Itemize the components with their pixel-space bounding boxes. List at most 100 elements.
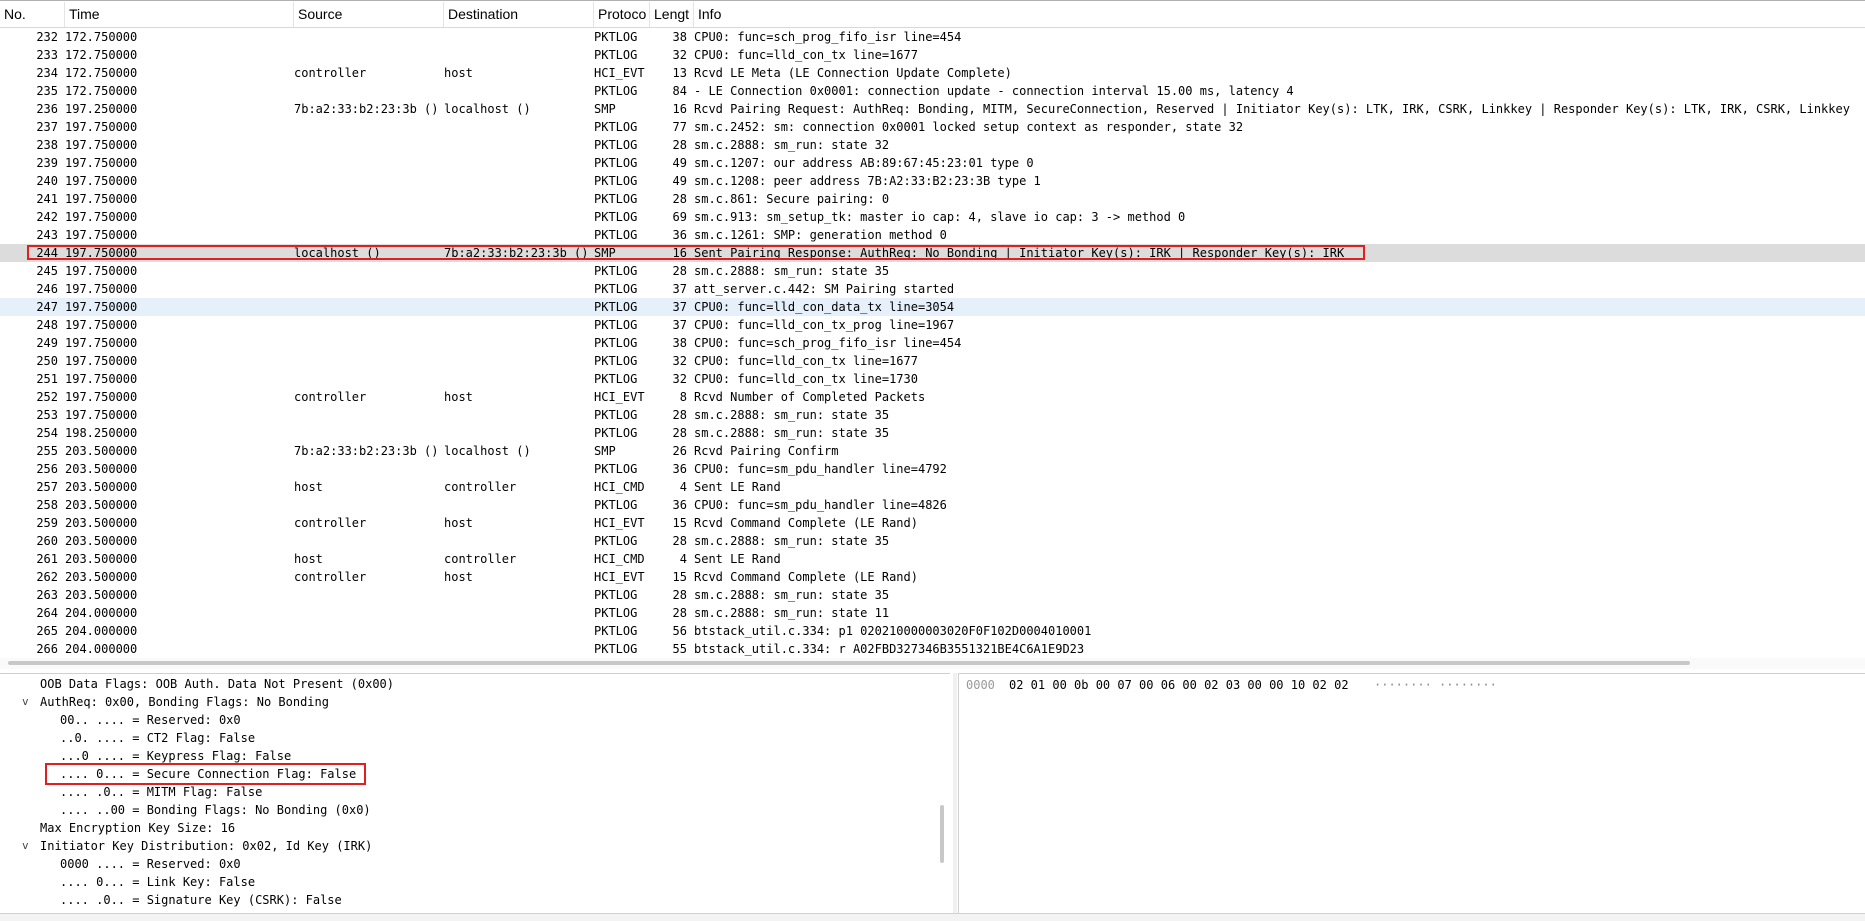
packet-row[interactable]: 236 197.250000 7b:a2:33:b2:23:3b () localho…	[0, 100, 1865, 118]
packet-row[interactable]: 251 197.750000 PKTLOG 32 CPU0: func=lld_con_…	[0, 370, 1865, 388]
packet-length: 69	[672, 210, 687, 224]
packet-list[interactable]: No. Time Source Destination Protoco Leng…	[0, 0, 1865, 659]
packet-info: btstack_util.c.334: p1 020210000003020F0…	[694, 624, 1092, 638]
packet-length: 84	[672, 84, 687, 98]
packet-row[interactable]: 239 197.750000 PKTLOG 49 sm.c.1207: our addr…	[0, 154, 1865, 172]
packet-time: 197.750000	[65, 300, 138, 314]
packet-row[interactable]: 266 204.000000 PKTLOG 55 btstack_util.c.334:…	[0, 640, 1865, 658]
packet-no: 258	[36, 498, 58, 512]
bytes-hex[interactable]: 02 01 00 0b 00 07 00 06 00 02 03 00 00 1…	[1009, 676, 1349, 694]
packet-row[interactable]: 235 172.750000 PKTLOG 84 - LE Connection 0x0…	[0, 82, 1865, 100]
column-header-length[interactable]: Lengt	[650, 2, 694, 27]
packet-length: 28	[672, 606, 687, 620]
packet-row[interactable]: 248 197.750000 PKTLOG 37 CPU0: func=lld_con_…	[0, 316, 1865, 334]
detail-tree-item[interactable]: .... 0... = Secure Connection Flag: Fals…	[0, 765, 950, 783]
packet-list-hscrollbar[interactable]	[0, 658, 1865, 669]
packet-row[interactable]: 243 197.750000 PKTLOG 36 sm.c.1261: SMP: gen…	[0, 226, 1865, 244]
packet-destination	[444, 208, 592, 226]
column-header-info[interactable]: Info	[694, 2, 1865, 27]
packet-row[interactable]: 237 197.750000 PKTLOG 77 sm.c.2452: sm: conn…	[0, 118, 1865, 136]
packet-row[interactable]: 257 203.500000 host controller HCI_CMD 4 Sent …	[0, 478, 1865, 496]
detail-tree-item[interactable]: OOB Data Flags: OOB Auth. Data Not Prese…	[0, 675, 950, 693]
packet-row[interactable]: 244 197.750000 localhost () 7b:a2:33:b2:23:…	[0, 244, 1865, 262]
packet-destination: controller	[444, 480, 517, 494]
detail-tree-item[interactable]: v Initiator Key Distribution: 0x02, Id Ke…	[0, 837, 950, 855]
packet-source	[294, 622, 442, 640]
detail-tree-item[interactable]: ...0 .... = Keypress Flag: False	[0, 747, 950, 765]
detail-tree-item[interactable]: 00.. .... = Reserved: 0x0	[0, 711, 950, 729]
packet-source: host	[294, 552, 323, 566]
pane-splitter[interactable]	[953, 673, 957, 921]
packet-row[interactable]: 261 203.500000 host controller HCI_CMD 4 Sent …	[0, 550, 1865, 568]
packet-no: 250	[36, 354, 58, 368]
detail-tree-item[interactable]: .... .0.. = MITM Flag: False	[0, 783, 950, 801]
packet-row[interactable]: 249 197.750000 PKTLOG 38 CPU0: func=sch_prog…	[0, 334, 1865, 352]
packet-protocol: PKTLOG	[594, 192, 638, 206]
packet-protocol: PKTLOG	[594, 300, 638, 314]
packet-length: 37	[672, 282, 687, 296]
packet-row[interactable]: 259 203.500000 controller host HCI_EVT 15 Rcvd…	[0, 514, 1865, 532]
packet-row[interactable]: 232 172.750000 PKTLOG 38 CPU0: func=sch_prog…	[0, 28, 1865, 46]
detail-tree-item[interactable]: 0000 .... = Reserved: 0x0	[0, 855, 950, 873]
expand-chevron-icon[interactable]: v	[22, 693, 34, 711]
detail-tree-item[interactable]: v AuthReq: 0x00, Bonding Flags: No Bondin…	[0, 693, 950, 711]
detail-tree-item[interactable]: ..0. .... = CT2 Flag: False	[0, 729, 950, 747]
packet-no: 261	[36, 552, 58, 566]
packet-info: sm.c.913: sm_setup_tk: master io cap: 4,…	[694, 210, 1186, 224]
packet-row[interactable]: 260 203.500000 PKTLOG 28 sm.c.2888: sm_run: …	[0, 532, 1865, 550]
packet-row[interactable]: 263 203.500000 PKTLOG 28 sm.c.2888: sm_run: …	[0, 586, 1865, 604]
packet-time: 197.750000	[65, 372, 138, 386]
packet-row[interactable]: 253 197.750000 PKTLOG 28 sm.c.2888: sm_run: …	[0, 406, 1865, 424]
column-header-source[interactable]: Source	[294, 2, 444, 27]
packet-row[interactable]: 238 197.750000 PKTLOG 28 sm.c.2888: sm_run: …	[0, 136, 1865, 154]
column-header-no[interactable]: No.	[0, 2, 65, 27]
packet-protocol: PKTLOG	[594, 264, 638, 278]
packet-bytes-pane[interactable]: 0000 02 01 00 0b 00 07 00 06 00 02 03 00…	[958, 673, 1865, 914]
packet-info: sm.c.2888: sm_run: state 35	[694, 588, 890, 602]
packet-row[interactable]: 252 197.750000 controller host HCI_EVT 8 Rcvd …	[0, 388, 1865, 406]
packet-row[interactable]: 264 204.000000 PKTLOG 28 sm.c.2888: sm_run: …	[0, 604, 1865, 622]
packet-row[interactable]: 247 197.750000 PKTLOG 37 CPU0: func=lld_con_…	[0, 298, 1865, 316]
packet-protocol: PKTLOG	[594, 534, 638, 548]
packet-row[interactable]: 254 198.250000 PKTLOG 28 sm.c.2888: sm_run: …	[0, 424, 1865, 442]
packet-time: 197.750000	[65, 120, 138, 134]
detail-text: Initiator Key Distribution: 0x02, Id Key…	[40, 839, 373, 853]
detail-tree-item[interactable]: Max Encryption Key Size: 16	[0, 819, 950, 837]
packet-row[interactable]: 241 197.750000 PKTLOG 28 sm.c.861: Secure pa…	[0, 190, 1865, 208]
packet-row[interactable]: 242 197.750000 PKTLOG 69 sm.c.913: sm_setup_…	[0, 208, 1865, 226]
packet-time: 172.750000	[65, 48, 138, 62]
packet-time: 204.000000	[65, 624, 138, 638]
bytes-ascii[interactable]: ········ ········	[1374, 676, 1497, 694]
packet-protocol: PKTLOG	[594, 48, 638, 62]
packet-info: Rcvd Command Complete (LE Rand)	[694, 516, 918, 530]
packet-time: 204.000000	[65, 642, 138, 656]
packet-time: 197.750000	[65, 246, 138, 260]
packet-details-pane[interactable]: OOB Data Flags: OOB Auth. Data Not Prese…	[0, 673, 950, 915]
column-header-destination[interactable]: Destination	[444, 2, 594, 27]
packet-protocol: HCI_EVT	[594, 516, 645, 530]
expand-chevron-icon[interactable]: v	[22, 837, 34, 855]
column-header-time[interactable]: Time	[65, 2, 294, 27]
column-header-protocol[interactable]: Protoco	[594, 2, 650, 27]
details-vscroll-thumb[interactable]	[940, 805, 944, 863]
packet-row[interactable]: 265 204.000000 PKTLOG 56 btstack_util.c.334:…	[0, 622, 1865, 640]
packet-length: 56	[672, 624, 687, 638]
packet-time: 203.500000	[65, 516, 138, 530]
detail-tree-item[interactable]: .... ..00 = Bonding Flags: No Bonding (0…	[0, 801, 950, 819]
packet-row[interactable]: 262 203.500000 controller host HCI_EVT 15 Rcvd…	[0, 568, 1865, 586]
detail-tree-item[interactable]: .... 0... = Link Key: False	[0, 873, 950, 891]
packet-row[interactable]: 256 203.500000 PKTLOG 36 CPU0: func=sm_pdu_h…	[0, 460, 1865, 478]
detail-tree-item[interactable]: .... .0.. = Signature Key (CSRK): False	[0, 891, 950, 909]
packet-list-hscroll-thumb[interactable]	[8, 661, 1690, 665]
packet-row[interactable]: 258 203.500000 PKTLOG 36 CPU0: func=sm_pdu_h…	[0, 496, 1865, 514]
packet-row[interactable]: 245 197.750000 PKTLOG 28 sm.c.2888: sm_run: …	[0, 262, 1865, 280]
packet-protocol: PKTLOG	[594, 642, 638, 656]
packet-row[interactable]: 234 172.750000 controller host HCI_EVT 13 Rcvd…	[0, 64, 1865, 82]
packet-row[interactable]: 240 197.750000 PKTLOG 49 sm.c.1208: peer add…	[0, 172, 1865, 190]
packet-row[interactable]: 246 197.750000 PKTLOG 37 att_server.c.442: S…	[0, 280, 1865, 298]
packet-row[interactable]: 250 197.750000 PKTLOG 32 CPU0: func=lld_con_…	[0, 352, 1865, 370]
packet-destination	[444, 406, 592, 424]
packet-row[interactable]: 255 203.500000 7b:a2:33:b2:23:3b () localho…	[0, 442, 1865, 460]
detail-text: Max Encryption Key Size: 16	[40, 821, 236, 835]
packet-row[interactable]: 233 172.750000 PKTLOG 32 CPU0: func=lld_con_…	[0, 46, 1865, 64]
